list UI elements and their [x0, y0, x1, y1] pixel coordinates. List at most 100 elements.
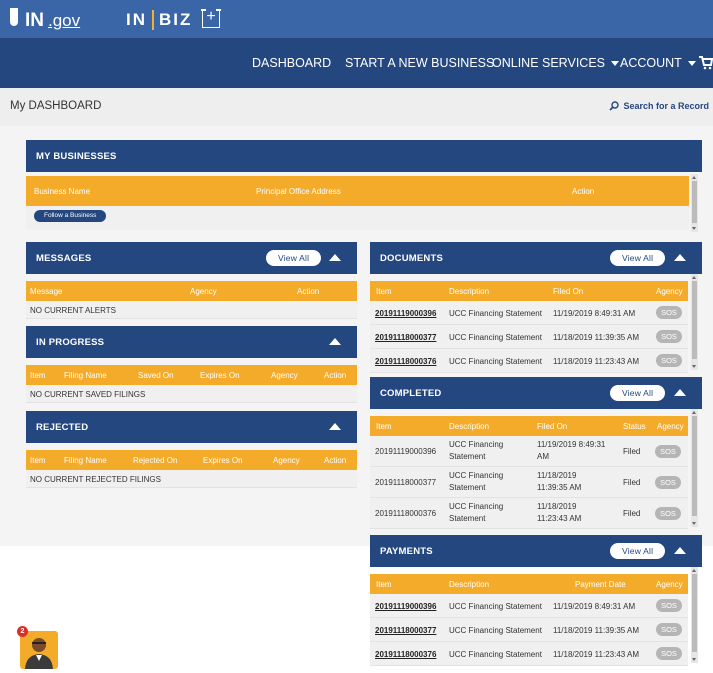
completed-description-line1: UCC Financing — [449, 502, 504, 511]
collapse-icon[interactable] — [329, 338, 341, 345]
rejected-columns: Item Filing Name Rejected On Expires On … — [26, 450, 357, 470]
dashboard-header: My DASHBOARD Search for a Record — [0, 88, 713, 126]
col-expires-on: Expires On — [203, 456, 243, 465]
in-progress-title: IN PROGRESS — [36, 337, 105, 348]
agency-badge: SOS — [656, 330, 682, 343]
completed-filed-on-line1: 11/18/2019 — [537, 471, 577, 480]
cart-icon[interactable] — [699, 56, 713, 70]
payment-date: 11/18/2019 11:23:43 AM — [553, 650, 639, 659]
payments-view-all-button[interactable]: View All — [610, 543, 666, 559]
in-progress-columns: Item Filing Name Saved On Expires On Age… — [26, 365, 357, 385]
document-description: UCC Financing Statement — [449, 357, 542, 366]
collapse-icon[interactable] — [674, 547, 686, 554]
col-description: Description — [449, 580, 490, 589]
scroll-thumb[interactable] — [692, 181, 697, 223]
nav-account[interactable]: ACCOUNT — [620, 56, 696, 70]
rejected-header: REJECTED — [26, 411, 357, 443]
scroll-up-icon — [692, 411, 696, 414]
document-filed-on: 11/18/2019 11:23:43 AM — [553, 357, 639, 366]
collapse-icon[interactable] — [674, 389, 686, 396]
chat-assistant-avatar[interactable] — [20, 631, 58, 669]
agency-badge: SOS — [656, 623, 682, 636]
document-row[interactable]: 20191118000376 UCC Financing Statement 1… — [370, 349, 688, 373]
collapse-icon[interactable] — [674, 254, 686, 261]
document-filed-on: 11/18/2019 11:39:35 AM — [553, 333, 639, 342]
payment-description: UCC Financing Statement — [449, 650, 542, 659]
agency-badge: SOS — [655, 507, 681, 520]
col-filing-name: Filing Name — [64, 371, 107, 380]
documents-title: DOCUMENTS — [380, 253, 444, 264]
col-item: Item — [376, 580, 392, 589]
my-businesses-scrollbar[interactable] — [691, 174, 698, 232]
nav-start-business[interactable]: START A NEW BUSINESS — [345, 56, 494, 70]
search-record-link[interactable]: Search for a Record — [609, 101, 709, 111]
document-item-link[interactable]: 20191119000396 — [375, 309, 436, 318]
document-row[interactable]: 20191119000396 UCC Financing Statement 1… — [370, 301, 688, 325]
completed-filed-on-line2: AM — [537, 452, 549, 461]
collapse-icon[interactable] — [329, 254, 341, 261]
payments-scrollbar[interactable] — [691, 567, 698, 663]
collapse-icon[interactable] — [329, 423, 341, 430]
payment-row[interactable]: 20191118000376 UCC Financing Statement 1… — [370, 642, 688, 666]
add-icon[interactable]: + — [201, 9, 221, 28]
completed-header: COMPLETED View All — [370, 377, 702, 409]
scroll-down-icon — [692, 365, 696, 368]
messages-empty-row: NO CURRENT ALERTS — [26, 301, 357, 319]
completed-title: COMPLETED — [380, 388, 442, 399]
col-status: Status — [623, 422, 646, 431]
documents-header: DOCUMENTS View All — [370, 242, 702, 274]
rejected-panel: REJECTED Item Filing Name Rejected On Ex… — [26, 411, 357, 488]
document-item-link[interactable]: 20191118000377 — [375, 333, 436, 342]
completed-row[interactable]: 20191119000396 UCC Financing Statement 1… — [370, 436, 688, 467]
documents-columns: Item Description Filed On Agency — [370, 281, 688, 301]
payment-date: 11/19/2019 8:49:31 AM — [553, 602, 636, 611]
completed-description-line2: Statement — [449, 452, 486, 461]
documents-view-all-button[interactable]: View All — [610, 250, 666, 266]
completed-status: Filed — [623, 447, 641, 456]
agency-badge: SOS — [656, 647, 682, 660]
payment-row[interactable]: 20191118000377 UCC Financing Statement 1… — [370, 618, 688, 642]
completed-description-line2: Statement — [449, 483, 486, 492]
inbiz-bracket — [152, 10, 154, 30]
completed-scrollbar[interactable] — [691, 409, 698, 527]
messages-empty-text: NO CURRENT ALERTS — [30, 306, 116, 315]
messages-panel: MESSAGES View All Message Agency Action … — [26, 242, 357, 319]
scroll-thumb[interactable] — [692, 574, 697, 652]
nav-dashboard[interactable]: DASHBOARD — [252, 56, 331, 70]
main-nav: DASHBOARD START A NEW BUSINESS ONLINE SE… — [0, 38, 713, 88]
payment-item-link[interactable]: 20191118000377 — [375, 626, 436, 635]
document-item-link[interactable]: 20191118000376 — [375, 357, 436, 366]
ingov-logo[interactable]: IN .gov — [10, 8, 80, 32]
completed-row[interactable]: 20191118000376 UCC Financing Statement 1… — [370, 498, 688, 529]
completed-view-all-button[interactable]: View All — [610, 385, 666, 401]
completed-filed-on-line1: 11/19/2019 8:49:31 — [537, 440, 606, 449]
my-businesses-title: MY BUSINESSES — [36, 151, 117, 162]
follow-business-button[interactable]: Follow a Business — [34, 210, 107, 222]
payment-date: 11/18/2019 11:39:35 AM — [553, 626, 639, 635]
inbiz-logo-right: BIZ — [159, 10, 193, 29]
scroll-thumb[interactable] — [692, 281, 697, 359]
ingov-logo-suffix: .gov — [48, 11, 81, 30]
messages-view-all-button[interactable]: View All — [266, 250, 322, 266]
document-row[interactable]: 20191118000377 UCC Financing Statement 1… — [370, 325, 688, 349]
payment-item-link[interactable]: 20191119000396 — [375, 602, 436, 611]
payment-row[interactable]: 20191119000396 UCC Financing Statement 1… — [370, 594, 688, 618]
nav-account-label: ACCOUNT — [620, 56, 682, 70]
payment-item-link[interactable]: 20191118000376 — [375, 650, 436, 659]
search-record-label: Search for a Record — [623, 101, 709, 111]
chevron-down-icon — [611, 61, 620, 67]
completed-row[interactable]: 20191118000377 UCC Financing Statement 1… — [370, 467, 688, 498]
payments-title: PAYMENTS — [380, 546, 433, 557]
completed-item: 20191119000396 — [375, 447, 437, 456]
scroll-thumb[interactable] — [692, 416, 697, 516]
inbiz-logo[interactable]: IN BIZ — [126, 10, 192, 30]
col-filing-name: Filing Name — [64, 456, 107, 465]
payment-description: UCC Financing Statement — [449, 626, 542, 635]
col-item: Item — [376, 287, 392, 296]
nav-online-services[interactable]: ONLINE SERVICES — [492, 56, 620, 70]
documents-scrollbar[interactable] — [691, 274, 698, 370]
col-agency: Agency — [190, 287, 217, 296]
messages-header: MESSAGES View All — [26, 242, 357, 274]
col-item: Item — [30, 456, 46, 465]
my-businesses-columns: Business Name Principal Office Address A… — [26, 176, 689, 206]
